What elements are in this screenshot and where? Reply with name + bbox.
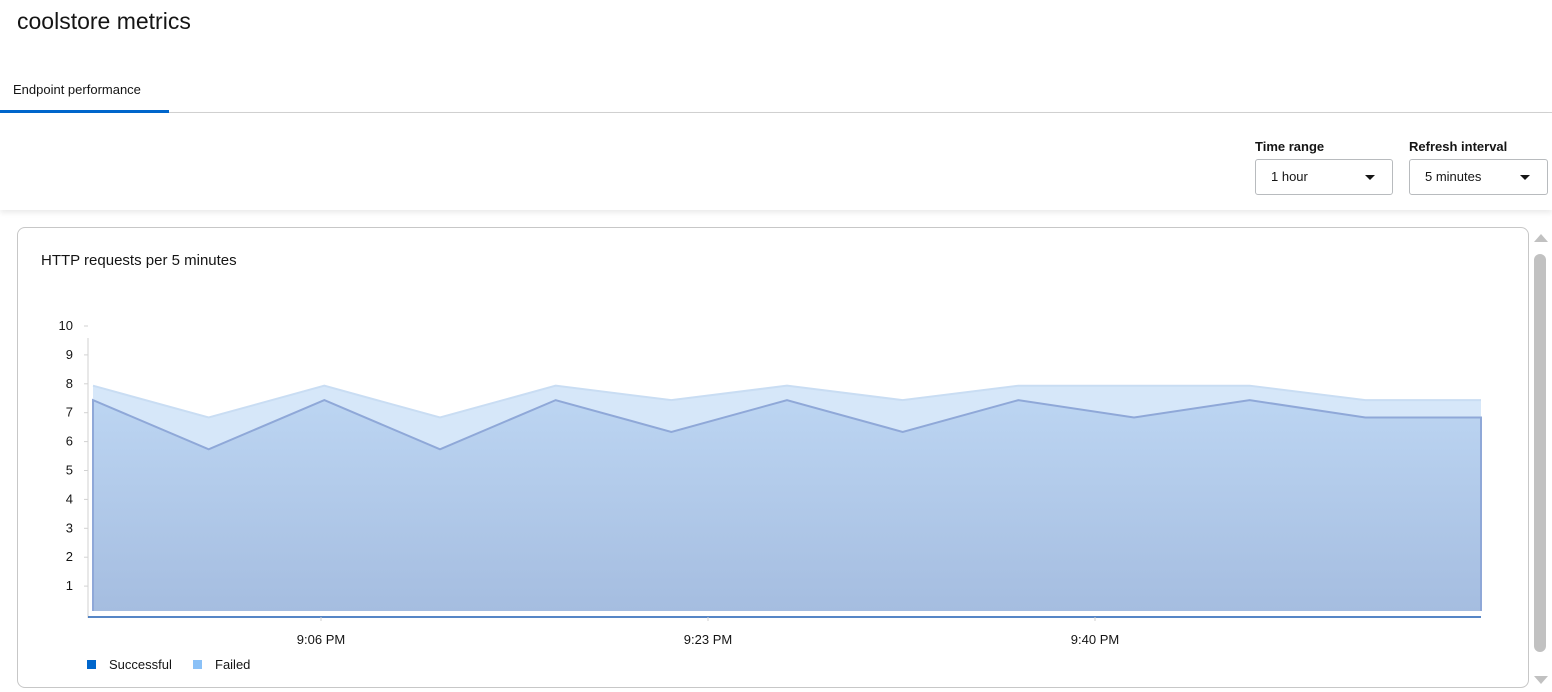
http-requests-chart: 1 2 3 4 5 6 7 8 9 10 9:06 PM 9:23 PM 9:40 PM Successf… (59, 318, 1482, 672)
y-tick-label: 1 (66, 578, 73, 593)
caret-down-icon (1520, 175, 1530, 180)
caret-down-icon (1365, 175, 1375, 180)
chart-card: HTTP requests per 5 minutes 1 2 3 4 5 6 7 8 9 10 9… (17, 227, 1529, 688)
refresh-interval-field: Refresh interval 5 minutes (1409, 139, 1548, 195)
x-tick-label: 9:06 PM (297, 632, 345, 647)
successful-area (93, 400, 1481, 611)
y-tick-label: 2 (66, 549, 73, 564)
legend-label-failed: Failed (215, 657, 250, 672)
time-range-select[interactable]: 1 hour (1255, 159, 1393, 195)
y-tick-label: 4 (66, 491, 73, 506)
scroll-down-arrow-icon[interactable] (1534, 676, 1548, 684)
y-tick-label: 9 (66, 347, 73, 362)
refresh-interval-value: 5 minutes (1425, 169, 1482, 184)
y-tick-label: 6 (66, 434, 73, 449)
page-title: coolstore metrics (17, 8, 191, 34)
tab-bar: Endpoint performance (0, 68, 1552, 113)
scroll-up-arrow-icon[interactable] (1534, 234, 1548, 242)
y-tick-label: 10 (59, 318, 73, 333)
refresh-interval-select[interactable]: 5 minutes (1409, 159, 1548, 195)
legend-label-successful: Successful (109, 657, 172, 672)
filter-toolbar: Time range 1 hour Refresh interval 5 min… (0, 113, 1552, 210)
y-tick-label: 3 (66, 520, 73, 535)
refresh-interval-label: Refresh interval (1409, 139, 1508, 154)
legend-swatch-successful (87, 660, 96, 669)
scrollbar[interactable] (1531, 230, 1549, 690)
time-range-label: Time range (1255, 139, 1325, 154)
y-tick-label: 8 (66, 376, 73, 391)
y-tick-label: 7 (66, 405, 73, 420)
y-tick-label: 5 (66, 463, 73, 478)
time-range-field: Time range 1 hour (1255, 139, 1393, 195)
x-tick-label: 9:40 PM (1071, 632, 1119, 647)
tab-endpoint-performance[interactable]: Endpoint performance (0, 68, 169, 113)
time-range-value: 1 hour (1271, 169, 1308, 184)
x-tick-label: 9:23 PM (684, 632, 732, 647)
scrollbar-thumb[interactable] (1534, 254, 1546, 652)
legend-swatch-failed (193, 660, 202, 669)
